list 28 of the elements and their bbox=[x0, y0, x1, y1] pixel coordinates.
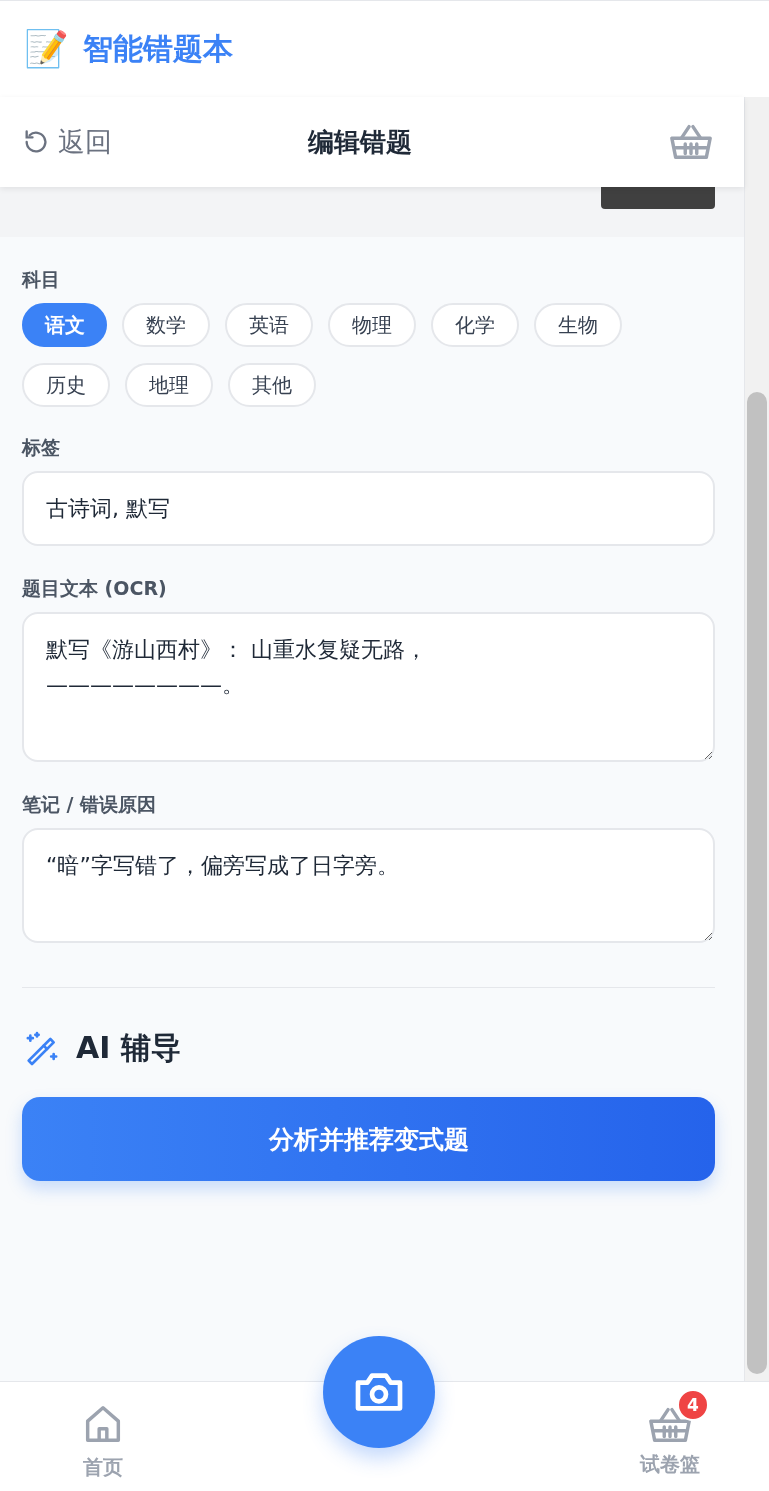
app-title: 智能错题本 bbox=[83, 29, 233, 68]
field-label: 题目文本 (OCR) bbox=[22, 576, 168, 602]
subject-chip[interactable]: 语文 bbox=[22, 303, 107, 347]
scrollbar[interactable] bbox=[744, 97, 769, 1381]
mode-button[interactable] bbox=[601, 187, 715, 209]
camera-button[interactable] bbox=[322, 1336, 435, 1448]
memo-icon: 📝 bbox=[24, 31, 69, 67]
basket-icon[interactable] bbox=[668, 122, 714, 162]
notes-field[interactable]: “暗”字写错了，偏旁写成了日字旁。 bbox=[22, 828, 715, 944]
question-text-field[interactable]: 默写《游山西村》： 山重水复疑无路， ————————。 bbox=[22, 612, 715, 763]
subject-chip[interactable]: 历史 bbox=[22, 363, 110, 407]
subject-chip[interactable]: 其他 bbox=[228, 363, 316, 407]
back-button[interactable]: 返回 bbox=[22, 124, 112, 160]
field-label: 标签 bbox=[22, 435, 61, 460]
analyze-button[interactable]: 分析并推荐变式题 bbox=[22, 1097, 715, 1182]
field-label: 科目 bbox=[22, 267, 61, 292]
tags-field[interactable]: 古诗词, 默写 bbox=[22, 471, 715, 547]
page-title: 编辑错题 bbox=[308, 125, 412, 159]
count-badge: 4 bbox=[677, 1389, 709, 1421]
scrollbar-thumb[interactable] bbox=[747, 392, 767, 1374]
subject-chip[interactable]: 物理 bbox=[328, 303, 416, 347]
section-title: AI 辅导 bbox=[76, 1029, 181, 1068]
subject-chip[interactable]: 数学 bbox=[122, 303, 210, 347]
subject-chip[interactable]: 英语 bbox=[225, 303, 313, 347]
subject-chip[interactable]: 地理 bbox=[125, 363, 213, 407]
subject-chip[interactable]: 化学 bbox=[431, 303, 519, 347]
subject-chip[interactable]: 生物 bbox=[534, 303, 622, 347]
field-label: 笔记 / 错误原因 bbox=[22, 792, 158, 818]
